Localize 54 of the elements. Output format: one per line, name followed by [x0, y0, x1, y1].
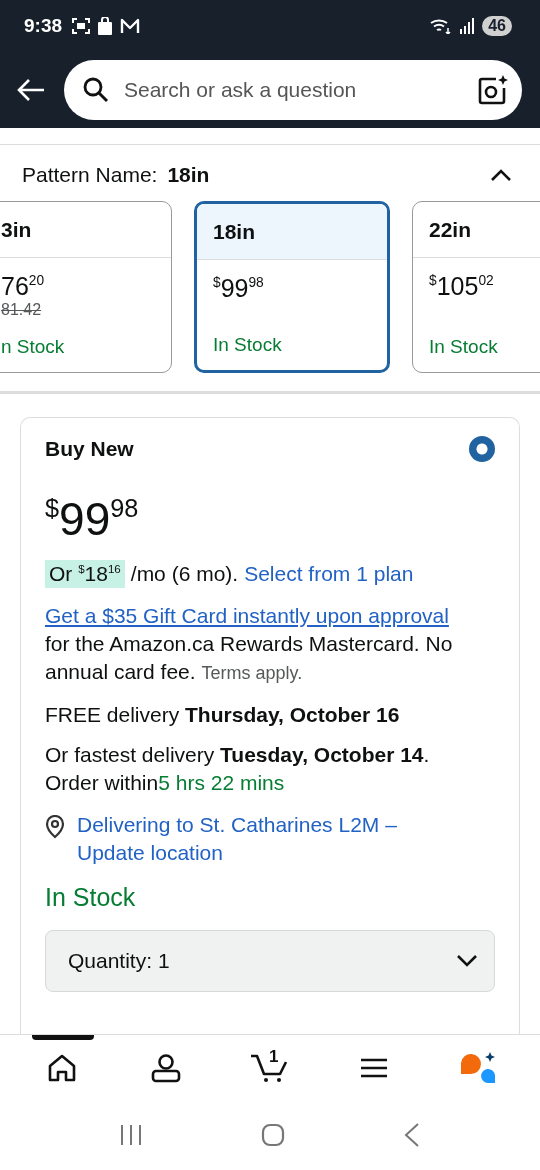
availability-text: In Stock	[45, 883, 137, 912]
radio-button[interactable]	[469, 436, 495, 462]
option-name: 18in	[213, 219, 256, 244]
account-icon[interactable]	[151, 1052, 181, 1083]
installment-term: /mo (6 mo).	[130, 562, 239, 586]
option-availability: In Stock	[429, 336, 498, 358]
buy-new-title: Buy New	[45, 437, 134, 461]
option-list-price: 81.42	[1, 301, 42, 319]
mail-icon	[120, 18, 141, 34]
screenshot-icon	[72, 18, 91, 34]
option-name: 22in	[429, 217, 472, 242]
option-price: $^{$}$105$^{02}$	[429, 272, 494, 301]
camera-icon[interactable]	[476, 74, 508, 106]
location-link[interactable]: Delivering to St. Catharines L2M – Update location	[77, 811, 437, 867]
pattern-option-card[interactable]: 18in $^{$}$99$^{98}$ In Stock	[194, 201, 390, 373]
fastest-delivery-text: Or fastest delivery Tuesday, October 14.	[45, 743, 430, 766]
cart-icon	[250, 1052, 290, 1083]
back-icon[interactable]	[404, 1123, 421, 1147]
signal-icon	[460, 18, 475, 34]
installment-price: Or $^{$}$18$^{16}$	[45, 560, 125, 588]
recent-apps-icon[interactable]	[119, 1124, 142, 1146]
option-availability: n Stock	[1, 336, 65, 358]
order-within-label: Order within	[45, 771, 159, 794]
option-name: 3in	[1, 217, 32, 242]
menu-icon[interactable]	[360, 1056, 388, 1079]
search-bar[interactable]: Search or ask a question	[64, 60, 522, 120]
home-button-icon[interactable]	[261, 1123, 285, 1147]
option-price: 76$^{20}$	[1, 272, 45, 301]
chevron-down-icon	[456, 954, 478, 968]
wifi-icon	[430, 18, 453, 34]
price: $^{$}$99$^{98}$	[45, 492, 140, 546]
back-arrow-icon[interactable]	[16, 78, 46, 102]
search-field[interactable]: Search or ask a question	[122, 77, 464, 103]
option-price: $^{$}$99$^{98}$	[213, 274, 264, 303]
status-time: 9:38	[24, 15, 63, 37]
pattern-option-card[interactable]: 3in 76$^{20}$ 81.42 n Stock	[0, 201, 172, 373]
quantity-dropdown[interactable]: Quantity: 1	[45, 930, 495, 992]
promo-text: Get a $35 Gift Card instantly upon approval for the Amazon.ca Rewards Mastercard. No annual card fee. Terms apply.	[45, 603, 454, 685]
battery-indicator: 46	[482, 16, 512, 36]
pattern-label: Pattern Name:	[22, 163, 158, 187]
chevron-icon[interactable]	[490, 168, 512, 182]
pattern-value: 18in	[167, 163, 210, 187]
option-availability: In Stock	[213, 334, 282, 356]
delivery-text: FREE delivery Thursday, October 16	[45, 703, 401, 727]
select-plan-link[interactable]: Select from 1 plan	[244, 562, 414, 586]
shopping-bag-icon	[98, 17, 113, 35]
pattern-option-card[interactable]: 22in $^{$}$105$^{02}$ In Stock	[412, 201, 540, 373]
order-countdown: 5 hrs 22 mins	[158, 771, 285, 794]
assistant-icon[interactable]	[459, 1051, 497, 1084]
location-pin-icon	[45, 815, 65, 839]
gift-card-link[interactable]: Get a $35 Gift Card instantly upon approval	[45, 604, 449, 627]
home-icon[interactable]	[47, 1053, 77, 1082]
search-icon	[82, 76, 110, 104]
cart-button[interactable]: 1	[250, 1052, 290, 1083]
